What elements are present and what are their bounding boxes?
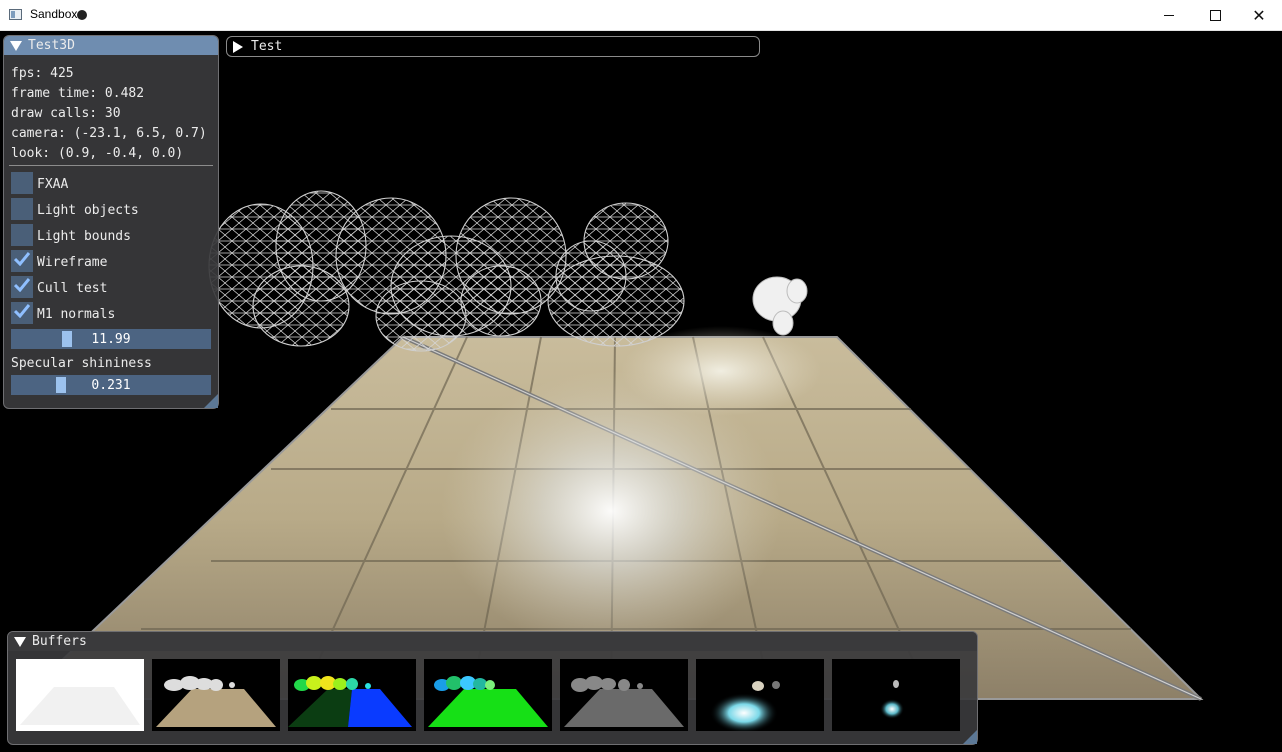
test-panel-title: Test	[251, 39, 283, 54]
separator	[9, 165, 213, 166]
camera-readout: camera: (-23.1, 6.5, 0.7)	[11, 126, 207, 141]
draw-calls-readout: draw calls: 30	[11, 106, 121, 121]
window-titlebar[interactable]: Sandbox ✕	[0, 0, 1282, 31]
buffer-thumb-emissive[interactable]	[832, 659, 960, 731]
checkbox-wireframe-label: Wireframe	[37, 255, 108, 270]
checkmark-icon	[13, 304, 31, 322]
test3d-panel-header[interactable]: Test3D	[4, 36, 218, 55]
maximize-icon	[1209, 9, 1221, 21]
specular-shininess-slider[interactable]: 0.231	[11, 375, 211, 395]
buffers-panel-title: Buffers	[32, 634, 87, 649]
buffer-thumb-view-normals[interactable]	[424, 659, 552, 731]
slider-1-value: 11.99	[91, 332, 131, 347]
buffer-thumb-lighting[interactable]	[696, 659, 824, 731]
buffer-thumb-normals[interactable]	[288, 659, 416, 731]
fps-readout: fps: 425	[11, 66, 74, 81]
checkbox-light-bounds[interactable]	[11, 224, 33, 246]
buffer-thumb-specular[interactable]	[560, 659, 688, 731]
buffer-thumb-albedo[interactable]	[152, 659, 280, 731]
minimize-icon	[1164, 14, 1174, 16]
frame-time-readout: frame time: 0.482	[11, 86, 145, 101]
collapse-arrow-icon	[14, 636, 26, 647]
expand-arrow-icon	[233, 40, 243, 53]
buffers-panel[interactable]: Buffers	[7, 631, 978, 745]
checkbox-wireframe[interactable]	[11, 250, 33, 272]
checkbox-light-objects[interactable]	[11, 198, 33, 220]
window-title: Sandbox	[30, 7, 78, 21]
buffer-depth-image	[20, 687, 140, 725]
specular-shininess-label: Specular shininess	[11, 356, 152, 371]
specular-shininess-value: 0.231	[91, 378, 131, 393]
checkbox-fxaa-label: FXAA	[37, 177, 69, 192]
checkmark-icon	[13, 278, 31, 296]
checkbox-fxaa[interactable]	[11, 172, 33, 194]
test-panel-header[interactable]: Test	[227, 37, 759, 56]
wireframe-clouds	[208, 190, 685, 352]
checkbox-cull-test-label: Cull test	[37, 281, 108, 296]
checkbox-light-bounds-label: Light bounds	[37, 229, 131, 244]
close-button[interactable]: ✕	[1236, 0, 1282, 30]
maximize-button[interactable]	[1192, 0, 1238, 30]
buffer-thumb-depth[interactable]	[16, 659, 144, 731]
globe-icon	[77, 10, 87, 20]
checkbox-m1-normals[interactable]	[11, 302, 33, 324]
resize-grip[interactable]	[963, 730, 977, 744]
app-icon	[9, 9, 22, 20]
buffer-lighting-image	[710, 681, 780, 731]
collapse-arrow-icon	[10, 40, 22, 51]
slider-1[interactable]: 11.99	[11, 329, 211, 349]
look-readout: look: (0.9, -0.4, 0.0)	[11, 146, 184, 161]
checkbox-m1-normals-label: M1 normals	[37, 307, 116, 322]
checkmark-icon	[13, 252, 31, 270]
monkey-mesh	[752, 276, 808, 336]
buffer-albedo-image	[156, 676, 276, 727]
buffer-specular-image	[564, 676, 684, 727]
buffer-normals-image	[288, 676, 412, 727]
buffers-panel-header[interactable]: Buffers	[8, 632, 977, 651]
buffer-view-normals-image	[428, 676, 548, 727]
close-icon: ✕	[1252, 5, 1266, 25]
checkbox-light-objects-label: Light objects	[37, 203, 139, 218]
minimize-button[interactable]	[1146, 0, 1192, 30]
resize-grip[interactable]	[204, 394, 218, 408]
buffer-emissive-image	[880, 680, 904, 719]
checkbox-cull-test[interactable]	[11, 276, 33, 298]
test3d-panel[interactable]: Test3D fps: 425 frame time: 0.482 draw c…	[3, 35, 219, 409]
test-panel[interactable]: Test	[226, 36, 760, 57]
test3d-panel-title: Test3D	[28, 38, 75, 53]
